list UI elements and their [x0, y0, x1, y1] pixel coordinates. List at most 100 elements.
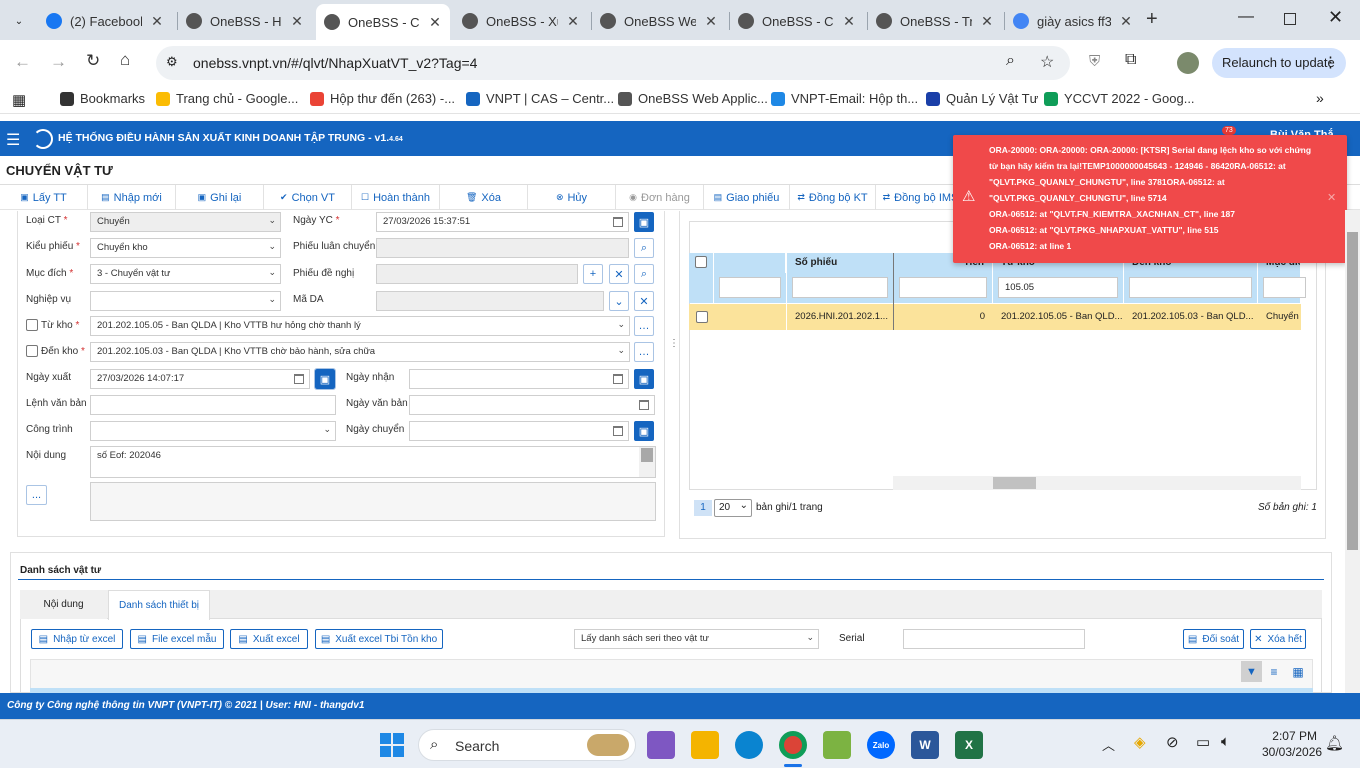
phieu-de-nghi-clear-button[interactable]: ✕: [609, 264, 629, 284]
ngay-nhan-input[interactable]: [409, 369, 629, 389]
tray-app-icon[interactable]: ◈: [1134, 733, 1146, 751]
tab-noi-dung[interactable]: Nội dung: [20, 590, 107, 619]
seri-mode-select[interactable]: Lấy danh sách seri theo vật tư ⌄: [574, 629, 819, 649]
browser-tab[interactable]: (2) Facebook ✕: [38, 6, 172, 36]
bookmark-item[interactable]: VNPT | CAS – Centr...: [466, 91, 614, 106]
network-icon[interactable]: ⊘: [1166, 733, 1179, 751]
tab-search-icon[interactable]: ⌄: [8, 10, 30, 32]
bookmark-item[interactable]: Hộp thư đến (263) -...: [310, 91, 455, 106]
site-info-icon[interactable]: ⚙: [166, 54, 178, 70]
grid-header-cell[interactable]: Số phiếu: [787, 253, 894, 273]
den-kho-more-button[interactable]: …: [634, 342, 654, 362]
action-ghi-lại-button[interactable]: ▣ Ghi lại: [176, 185, 264, 210]
reload-icon[interactable]: ↻: [86, 51, 100, 71]
serial-input[interactable]: [903, 629, 1085, 649]
browser-tab[interactable]: OneBSS - HỆ ✕: [178, 6, 312, 36]
edge-icon[interactable]: [735, 731, 763, 759]
excel-icon[interactable]: X: [955, 731, 983, 759]
toast-close-icon[interactable]: ✕: [1327, 191, 1336, 204]
list-icon[interactable]: ≡: [1265, 661, 1283, 682]
tab-close-icon[interactable]: ✕: [1119, 13, 1133, 30]
url-text[interactable]: onebss.vnpt.vn/#/qlvt/NhapXuatVT_v2?Tag=…: [193, 55, 477, 71]
zoom-icon[interactable]: ⌕: [1006, 52, 1015, 70]
grid-filter-input[interactable]: [899, 277, 987, 298]
browser-tab[interactable]: OneBSS - Ch ✕: [730, 6, 864, 36]
bookmark-star-icon[interactable]: ☆: [1040, 52, 1054, 72]
action-giao-phiếu-button[interactable]: ▤ Giao phiếu: [704, 185, 790, 210]
grid-filter-input[interactable]: 105.05: [998, 277, 1118, 298]
action-xóa-button[interactable]: 🗑︎ Xóa: [440, 185, 528, 210]
panel-splitter[interactable]: ⋮: [669, 338, 679, 349]
maximize-button[interactable]: [1284, 13, 1296, 25]
extensions-icon[interactable]: ⧉: [1125, 51, 1136, 69]
tab-close-icon[interactable]: ✕: [150, 13, 164, 30]
browser-tab[interactable]: OneBSS Web ✕: [592, 6, 726, 36]
table-row-cell[interactable]: 0: [894, 304, 993, 330]
cong-trinh-select[interactable]: ⌄: [90, 421, 336, 441]
action-lấy-tt-button[interactable]: ▣ Lấy TT: [0, 185, 88, 210]
phieu-de-nghi-search-button[interactable]: ⌕: [634, 264, 654, 284]
lenh-van-ban-input[interactable]: [90, 395, 336, 415]
browser-tab[interactable]: OneBSS - Tr ✕: [868, 6, 1002, 36]
taskbar-search[interactable]: ⌕ Search: [418, 729, 636, 761]
tray-chevron-icon[interactable]: ︿: [1102, 735, 1115, 754]
hamburger-menu-icon[interactable]: ☰: [6, 130, 20, 150]
tu-kho-checkbox[interactable]: [26, 319, 38, 331]
ngay-chuyen-save-button[interactable]: ▣: [634, 421, 654, 441]
extension-shield-icon[interactable]: ⛨: [1089, 53, 1100, 70]
ngay-xuat-input[interactable]: 27/03/2026 14:07:17: [90, 369, 310, 389]
table-row-cell[interactable]: 201.202.105.05 - Ban QLD...: [993, 304, 1124, 330]
export-excel-button[interactable]: ▤ Xuất excel: [230, 629, 308, 649]
bookmark-item[interactable]: OneBSS Web Applic...: [618, 91, 768, 106]
tu-kho-more-button[interactable]: …: [634, 316, 654, 336]
ma-da-dropdown-button[interactable]: ⌄: [609, 291, 629, 311]
notification-bell-icon[interactable]: 🔔︎: [1325, 734, 1344, 752]
tu-kho-select[interactable]: 201.202.105.05 - Ban QLDA | Kho VTTB hư …: [90, 316, 630, 336]
ngay-yc-save-button[interactable]: ▣: [634, 212, 654, 232]
tab-close-icon[interactable]: ✕: [980, 13, 994, 30]
phieu-de-nghi-add-button[interactable]: +: [583, 264, 603, 284]
browser-tab[interactable]: giày asics ff3 ✕: [1005, 6, 1141, 36]
app-icon[interactable]: [823, 731, 851, 759]
grid-filter-input[interactable]: [1263, 277, 1306, 298]
grid-filter-input[interactable]: [1129, 277, 1252, 298]
noi-dung-textarea[interactable]: số Eof: 202046: [90, 446, 656, 478]
notification-badge[interactable]: 73: [1222, 126, 1236, 135]
nghiep-vu-select[interactable]: ⌄: [90, 291, 281, 311]
table-row-cell[interactable]: 2026.HNI.201.202.1...: [787, 304, 894, 330]
columns-icon[interactable]: ▦: [1289, 661, 1307, 682]
select-all-cell[interactable]: [689, 253, 714, 273]
tab-danh-sach-thiet-bi[interactable]: Danh sách thiết bị: [108, 590, 210, 620]
loai-ct-select[interactable]: Chuyển ⌄: [90, 212, 281, 232]
address-bar[interactable]: ⚙ onebss.vnpt.vn/#/qlvt/NhapXuatVT_v2?Ta…: [156, 46, 1070, 80]
back-icon[interactable]: ←: [14, 52, 31, 72]
den-kho-select[interactable]: 201.202.105.03 - Ban QLDA | Kho VTTB chờ…: [90, 342, 630, 362]
kieu-phieu-select[interactable]: Chuyển kho ⌄: [90, 238, 281, 258]
tab-close-icon[interactable]: ✕: [842, 13, 856, 30]
den-kho-checkbox[interactable]: [26, 345, 38, 357]
home-icon[interactable]: ⌂: [120, 50, 130, 70]
chrome-icon[interactable]: [779, 731, 807, 759]
action-đơn-hàng-button[interactable]: ◉ Đơn hàng: [616, 185, 704, 210]
filter-icon[interactable]: ▼: [1241, 661, 1262, 682]
action-đồng-bộ-kt-button[interactable]: ⇄ Đồng bộ KT: [790, 185, 876, 210]
doi-soat-button[interactable]: ▤ Đối soát: [1183, 629, 1244, 649]
action-chọn-vt-button[interactable]: ✔ Chọn VT: [264, 185, 352, 210]
menu-dots-icon[interactable]: ⋮: [1323, 53, 1338, 71]
grid-filter-input[interactable]: [792, 277, 888, 298]
windows-start-icon[interactable]: [380, 733, 404, 757]
bookmark-item[interactable]: YCCVT 2022 - Goog...: [1044, 91, 1195, 106]
more-bookmarks-icon[interactable]: »: [1316, 90, 1324, 106]
relaunch-button[interactable]: Relaunch to update ⋮: [1212, 48, 1346, 78]
grid-hscroll[interactable]: [893, 476, 1301, 490]
phieu-luan-chuyen-input[interactable]: [376, 238, 629, 258]
table-row-cell[interactable]: Chuyển v: [1258, 304, 1301, 330]
ngay-chuyen-input[interactable]: [409, 421, 629, 441]
bookmark-item[interactable]: Quản Lý Vật Tư: [926, 91, 1038, 106]
bookmark-item[interactable]: Bookmarks: [60, 91, 145, 106]
template-excel-button[interactable]: ▤ File excel mẫu: [130, 629, 224, 649]
page-scrollbar[interactable]: [1345, 210, 1360, 693]
noi-dung-scrollbar[interactable]: [639, 447, 655, 477]
export-inventory-button[interactable]: ▤ Xuất excel Tbi Tồn kho: [315, 629, 443, 649]
action-nhập-mới-button[interactable]: ▤ Nhập mới: [88, 185, 176, 210]
